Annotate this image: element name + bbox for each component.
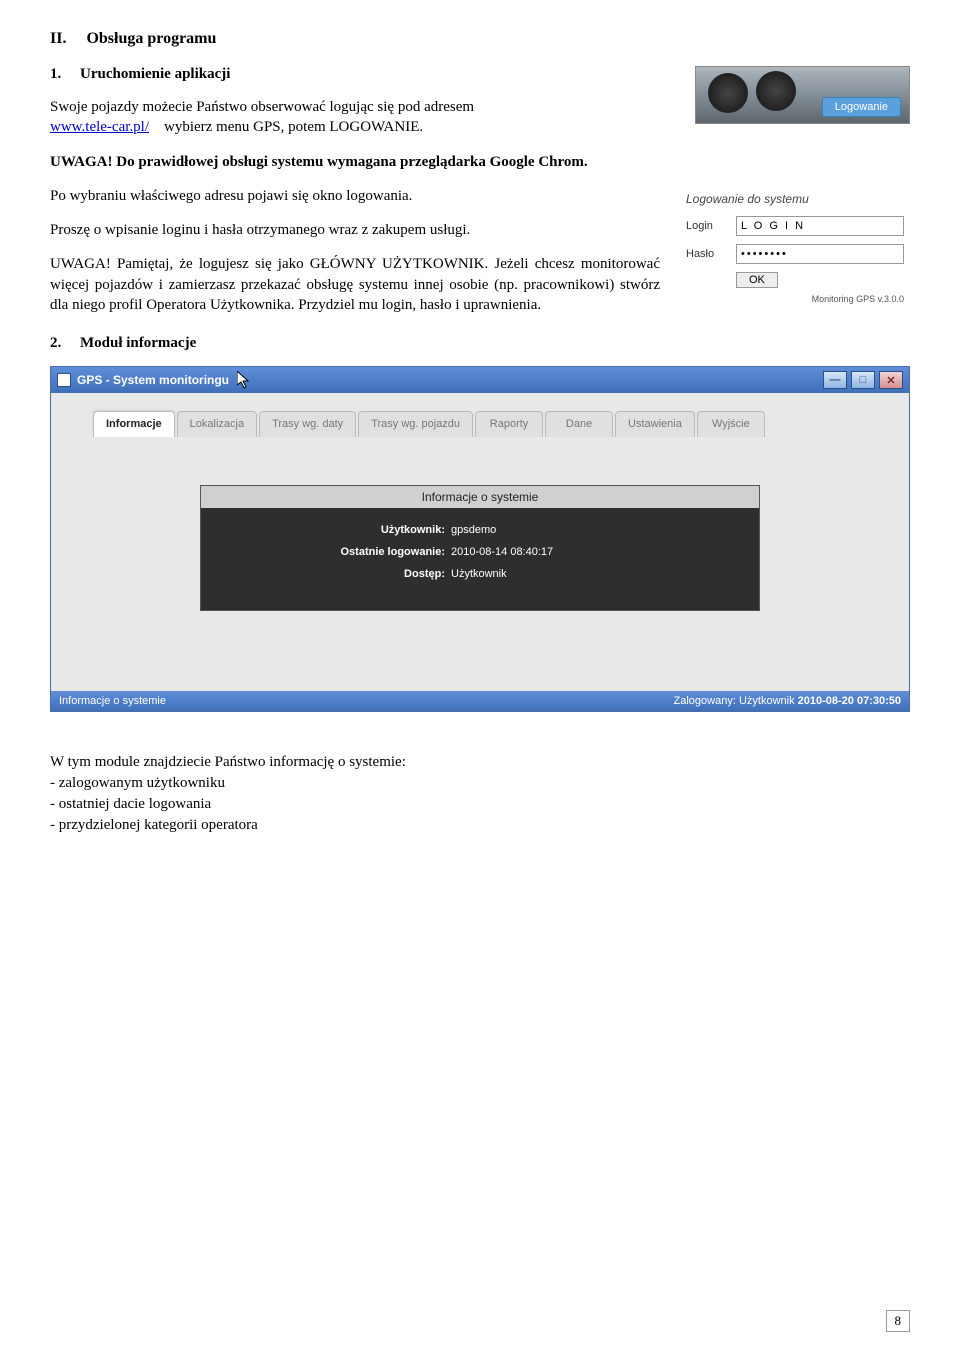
info-value: Użytkownik bbox=[451, 568, 507, 580]
text: Swoje pojazdy możecie Państwo obserwować… bbox=[50, 99, 474, 115]
footer-intro: W tym module znajdziecie Państwo informa… bbox=[50, 752, 910, 773]
info-label: Użytkownik: bbox=[201, 524, 451, 536]
info-row-access: Dostęp: Użytkownik bbox=[201, 568, 759, 580]
info-panel: Informacje o systemie Użytkownik: gpsdem… bbox=[200, 485, 760, 611]
window-title: GPS - System monitoringu bbox=[77, 373, 229, 387]
titlebar: GPS - System monitoringu — □ ✕ bbox=[51, 367, 909, 393]
subsection-title: Moduł informacje bbox=[80, 335, 196, 351]
footer-item: - ostatniej dacie logowania bbox=[50, 794, 910, 815]
footer-item: - zalogowanym użytkowniku bbox=[50, 773, 910, 794]
subsection-number: 2. bbox=[50, 335, 61, 351]
login-input[interactable] bbox=[736, 216, 904, 236]
page-number: 8 bbox=[886, 1310, 911, 1332]
banner-login-button[interactable]: Logowanie bbox=[822, 97, 901, 117]
section-title: Obsługa programu bbox=[86, 30, 216, 47]
info-label: Dostęp: bbox=[201, 568, 451, 580]
paragraph: Po wybraniu właściwego adresu pojawi się… bbox=[50, 186, 660, 206]
paragraph: Swoje pojazdy możecie Państwo obserwować… bbox=[50, 97, 675, 138]
text: wybierz menu GPS, potem LOGOWANIE. bbox=[164, 119, 423, 135]
banner-image: Logowanie bbox=[695, 66, 910, 124]
info-row-user: Użytkownik: gpsdemo bbox=[201, 524, 759, 536]
status-time: 2010-08-20 07:30:50 bbox=[798, 695, 901, 707]
minimize-button[interactable]: — bbox=[823, 371, 847, 389]
paragraph: UWAGA! Pamiętaj, że logujesz się jako GŁ… bbox=[50, 254, 660, 315]
app-window: GPS - System monitoringu — □ ✕ Informacj… bbox=[50, 366, 910, 712]
subsection-number: 1. bbox=[50, 66, 61, 82]
section-heading: II. Obsługa programu bbox=[50, 30, 910, 48]
status-right: Zalogowany: Użytkownik 2010-08-20 07:30:… bbox=[674, 695, 901, 707]
close-button[interactable]: ✕ bbox=[879, 371, 903, 389]
ok-button[interactable]: OK bbox=[736, 272, 778, 288]
info-value: gpsdemo bbox=[451, 524, 496, 536]
info-value: 2010-08-14 08:40:17 bbox=[451, 546, 553, 558]
login-label: Login bbox=[686, 220, 736, 232]
tab-informacje[interactable]: Informacje bbox=[93, 411, 175, 437]
status-bar: Informacje o systemie Zalogowany: Użytko… bbox=[51, 691, 909, 711]
maximize-button[interactable]: □ bbox=[851, 371, 875, 389]
login-form: Logowanie do systemu Login Hasło OK Moni… bbox=[680, 186, 910, 308]
password-label: Hasło bbox=[686, 248, 736, 260]
footer-text: W tym module znajdziecie Państwo informa… bbox=[50, 752, 910, 836]
status-label: Zalogowany: bbox=[674, 695, 736, 707]
tab-trasy-daty[interactable]: Trasy wg. daty bbox=[259, 411, 356, 437]
password-input[interactable] bbox=[736, 244, 904, 264]
info-row-last-login: Ostatnie logowanie: 2010-08-14 08:40:17 bbox=[201, 546, 759, 558]
subsection-title: Uruchomienie aplikacji bbox=[80, 66, 230, 82]
info-label: Ostatnie logowanie: bbox=[201, 546, 451, 558]
app-icon bbox=[57, 373, 71, 387]
cursor-icon bbox=[237, 371, 251, 389]
tab-bar: Informacje Lokalizacja Trasy wg. daty Tr… bbox=[93, 411, 897, 437]
tab-lokalizacja[interactable]: Lokalizacja bbox=[177, 411, 257, 437]
tab-wyjscie[interactable]: Wyjście bbox=[697, 411, 765, 437]
tab-ustawienia[interactable]: Ustawienia bbox=[615, 411, 695, 437]
version-text: Monitoring GPS v.3.0.0 bbox=[686, 294, 904, 304]
tab-raporty[interactable]: Raporty bbox=[475, 411, 543, 437]
subsection-heading: 2. Moduł informacje bbox=[50, 335, 910, 352]
subsection-heading: 1. Uruchomienie aplikacji bbox=[50, 66, 675, 83]
section-number: II. bbox=[50, 30, 66, 47]
footer-item: - przydzielonej kategorii operatora bbox=[50, 815, 910, 836]
warning-paragraph: UWAGA! Do prawidłowej obsługi systemu wy… bbox=[50, 152, 910, 172]
tab-dane[interactable]: Dane bbox=[545, 411, 613, 437]
status-left: Informacje o systemie bbox=[59, 695, 674, 707]
website-link[interactable]: www.tele-car.pl/ bbox=[50, 119, 149, 135]
panel-title: Informacje o systemie bbox=[201, 486, 759, 508]
login-title: Logowanie do systemu bbox=[686, 192, 904, 206]
status-role: Użytkownik bbox=[739, 695, 795, 707]
paragraph: Proszę o wpisanie loginu i hasła otrzyma… bbox=[50, 220, 660, 240]
tab-trasy-pojazdu[interactable]: Trasy wg. pojazdu bbox=[358, 411, 473, 437]
